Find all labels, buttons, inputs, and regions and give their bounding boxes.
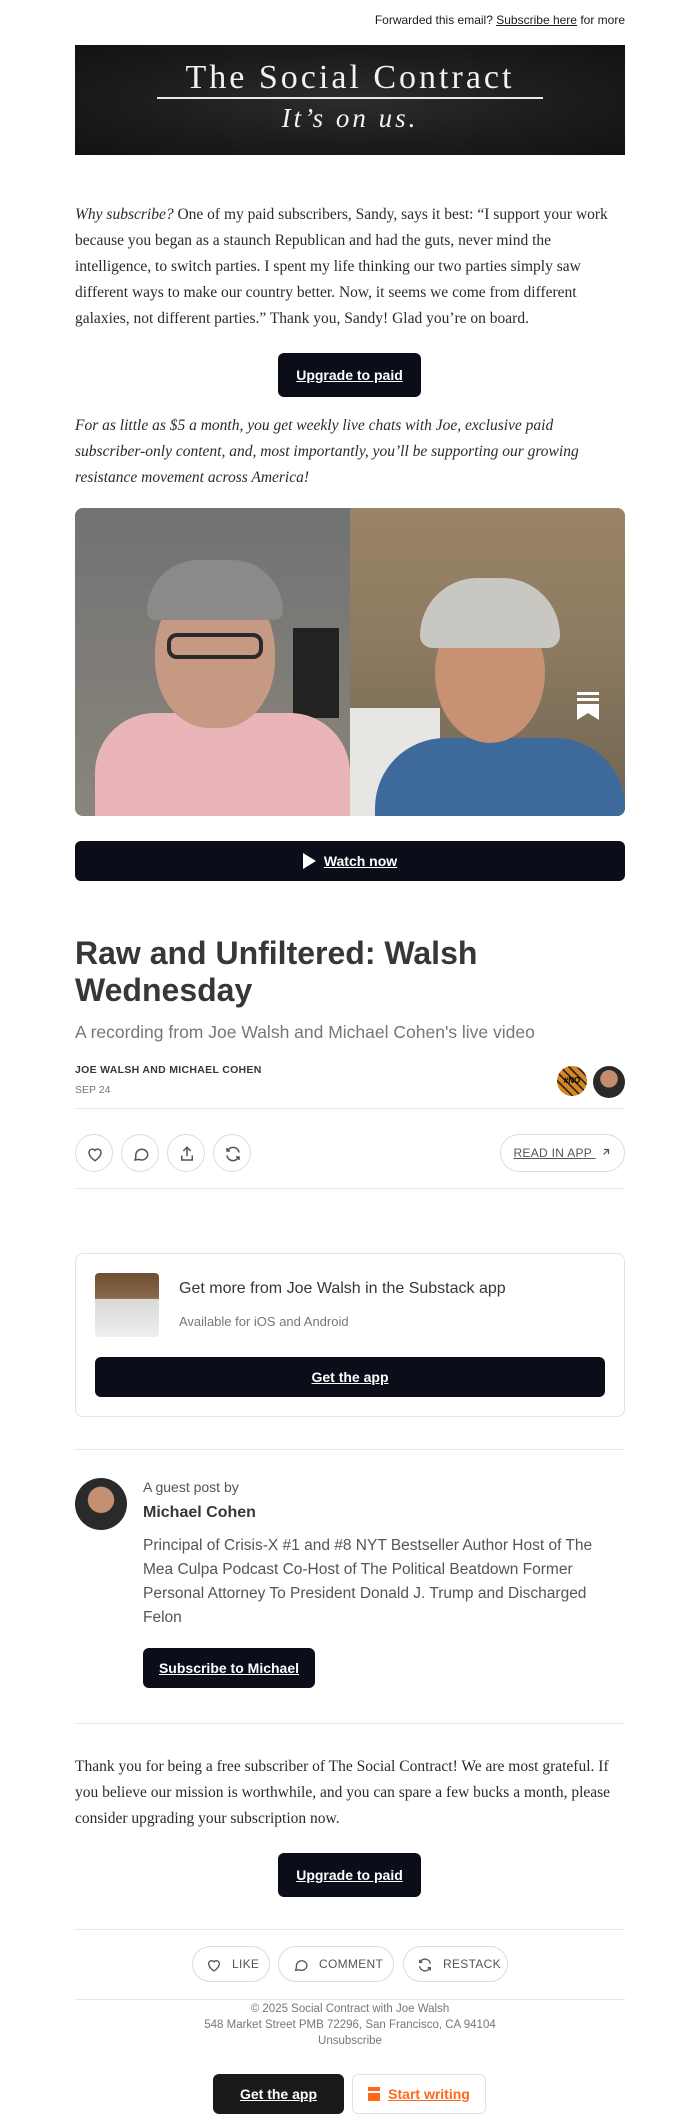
post-title[interactable]: Raw and Unfiltered: Walsh Wednesday [75, 935, 625, 1009]
guest-post-label: A guest post by [143, 1479, 239, 1495]
read-in-app-button[interactable]: READ IN APP [500, 1134, 625, 1172]
share-button[interactable] [167, 1134, 205, 1172]
intro-text: One of my paid subscribers, Sandy, says … [75, 206, 608, 327]
restack-icon [226, 1146, 240, 1162]
app-promo-heading: Get more from Joe Walsh in the Substack … [179, 1280, 506, 1297]
substack-logo-icon [368, 2087, 381, 2101]
footer-unsubscribe-row: Unsubscribe [75, 2035, 625, 2047]
unsubscribe-link[interactable]: Unsubscribe [318, 2035, 382, 2047]
start-writing-label: Start writing [388, 2086, 470, 2102]
start-writing-button[interactable]: Start writing [352, 2074, 486, 2114]
get-the-app-button[interactable]: Get the app [95, 1357, 605, 1397]
post-date: SEP 24 [75, 1084, 111, 1096]
like-label: LIKE [232, 1957, 260, 1971]
person-left-shirt [95, 713, 350, 816]
restack-icon [419, 1958, 431, 1972]
bookmark-icon [577, 692, 599, 720]
post-authors[interactable]: JOE WALSH AND MICHAEL COHEN [75, 1064, 262, 1076]
divider [75, 1929, 625, 1930]
watch-now-button[interactable]: Watch now [75, 841, 625, 881]
footer-address: 548 Market Street PMB 72296, San Francis… [204, 2019, 496, 2031]
comment-icon [133, 1148, 149, 1161]
play-icon [302, 853, 316, 869]
restack-pill-button[interactable]: RESTACK [403, 1946, 508, 1982]
watch-now-label: Watch now [323, 853, 398, 869]
divider [75, 1108, 625, 1109]
forwarded-prefix: Forwarded this email? [374, 13, 493, 27]
banner-tagline: It’s on us. [281, 103, 419, 133]
heart-icon [207, 1960, 221, 1972]
banner-title: The Social Contract [185, 59, 515, 96]
upgrade-to-paid-button-bottom[interactable]: Upgrade to paid [278, 1853, 421, 1897]
comment-icon [294, 1960, 308, 1972]
subscribe-to-michael-button[interactable]: Subscribe to Michael [143, 1648, 315, 1688]
guest-author-bio: Principal of Crisis-X #1 and #8 NYT Best… [143, 1537, 593, 1626]
bookshelf-decoration [293, 628, 339, 718]
upgrade-to-paid-button[interactable]: Upgrade to paid [278, 353, 421, 397]
footer-copyright: © 2025 Social Contract with Joe Walsh [250, 2003, 450, 2015]
divider [75, 1999, 625, 2000]
pitch-paragraph: For as little as $5 a month, you get wee… [75, 417, 579, 486]
guest-author-name[interactable]: Michael Cohen [143, 1504, 256, 1522]
restack-button[interactable] [213, 1134, 251, 1172]
banner-rule [157, 97, 543, 99]
comment-label: COMMENT [319, 1957, 384, 1971]
restack-label: RESTACK [443, 1957, 501, 1971]
divider [75, 1449, 625, 1450]
arrow-up-right-icon [602, 1148, 609, 1155]
intro-paragraph: Why subscribe? One of my paid subscriber… [75, 202, 625, 332]
video-thumbnail[interactable] [75, 508, 625, 816]
comment-pill-button[interactable]: COMMENT [278, 1946, 394, 1982]
heart-icon [88, 1148, 102, 1162]
intro-lead: Why subscribe? [75, 206, 174, 223]
divider [75, 1188, 625, 1189]
guest-avatar[interactable] [75, 1478, 127, 1530]
app-promo-subheading: Available for iOS and Android [179, 1314, 349, 1329]
forwarded-suffix: for more [580, 13, 625, 27]
subscribe-here-link[interactable]: Subscribe here [496, 13, 577, 27]
closing-paragraph: Thank you for being a free subscriber of… [75, 1758, 611, 1827]
divider [75, 1723, 625, 1724]
comment-button[interactable] [121, 1134, 159, 1172]
app-promo-card: Get more from Joe Walsh in the Substack … [75, 1253, 625, 1417]
like-button[interactable] [75, 1134, 113, 1172]
footer-get-the-app-button[interactable]: Get the app [213, 2074, 344, 2114]
author-avatar-joe-walsh[interactable]: #NO KINGS [557, 1066, 587, 1096]
forwarded-notice: Forwarded this email? Subscribe here for… [375, 13, 625, 27]
share-icon [181, 1146, 193, 1161]
person-left-glasses [167, 633, 263, 659]
like-pill-button[interactable]: LIKE [192, 1946, 270, 1982]
person-right-shirt [375, 738, 625, 816]
author-avatar-michael-cohen[interactable] [593, 1066, 625, 1098]
post-subtitle: A recording from Joe Walsh and Michael C… [75, 1022, 535, 1042]
publication-banner[interactable]: The Social Contract It’s on us. [75, 45, 625, 155]
author-photo [95, 1273, 159, 1337]
read-in-app-label: READ IN APP [513, 1146, 592, 1160]
